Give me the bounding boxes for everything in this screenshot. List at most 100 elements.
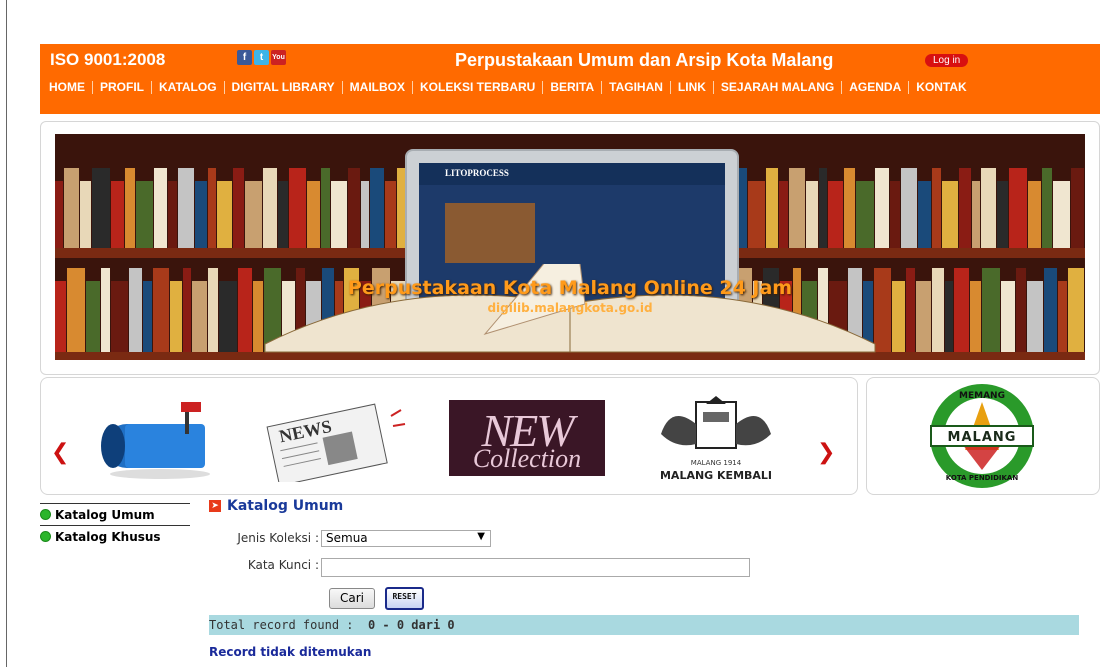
search-button[interactable]: Cari: [329, 588, 375, 609]
book-spine: [63, 168, 79, 249]
green-dot-icon: [40, 509, 51, 520]
book-spine: [110, 181, 125, 249]
kata-kunci-input[interactable]: [321, 558, 750, 577]
nav-item-koleksi-terbaru[interactable]: KOLEKSI TERBARU: [420, 80, 535, 94]
sidebar-item-label: Katalog Khusus: [55, 529, 161, 544]
iso-label: ISO 9001:2008: [50, 50, 166, 69]
malang-year: MALANG 1914: [690, 459, 742, 467]
kata-kunci-label: Kata Kunci :: [247, 558, 319, 572]
arrow-right-icon: ➤: [209, 500, 221, 512]
news-icon[interactable]: NEWS: [261, 394, 411, 482]
sidebar-item-katalog-khusus[interactable]: Katalog Khusus: [40, 525, 190, 547]
book-spine: [154, 168, 168, 249]
chevron-down-icon: ▼: [477, 531, 485, 542]
book-spine: [971, 181, 980, 249]
nav-item-kontak[interactable]: KONTAK: [916, 80, 966, 94]
book-spine: [855, 181, 874, 249]
book-spine: [874, 168, 889, 249]
book-spine: [765, 168, 779, 249]
city-logo-box: MALANG MEMANG KOTA PENDIDIKAN: [866, 377, 1100, 495]
book-spine: [843, 168, 855, 249]
book-spine: [996, 181, 1008, 249]
nav-separator: [412, 80, 413, 94]
nav-item-berita[interactable]: BERITA: [550, 80, 594, 94]
book-spine: [1071, 168, 1085, 249]
nav-item-profil[interactable]: PROFIL: [100, 80, 144, 94]
main-nav: HOME PROFIL KATALOG DIGITAL LIBRARY MAILBOX K…: [49, 80, 967, 94]
book-spine: [779, 181, 789, 249]
banner-url: digilib.malangkota.go.id: [487, 301, 653, 315]
jenis-koleksi-label: Jenis Koleksi :: [237, 531, 319, 545]
nav-item-katalog[interactable]: KATALOG: [159, 80, 217, 94]
record-not-found-message: Record tidak ditemukan: [209, 645, 372, 659]
green-dot-icon: [40, 531, 51, 542]
facebook-icon[interactable]: f: [237, 50, 252, 65]
book-spine: [347, 168, 360, 249]
nav-item-home[interactable]: HOME: [49, 80, 85, 94]
book-spine: [178, 168, 194, 249]
book-spine: [959, 168, 971, 249]
nav-separator: [841, 80, 843, 94]
book-spine: [889, 181, 900, 249]
sidebar-item-label: Katalog Umum: [55, 507, 155, 522]
feature-carousel: ❮ NEWS NEW Collection MALANG 1914 MALANG…: [40, 377, 858, 495]
screen-photo: [445, 203, 535, 263]
nav-separator: [669, 80, 671, 94]
malang-kembali-tile[interactable]: MALANG 1914 MALANG KEMBALI: [631, 394, 801, 482]
nav-item-mailbox[interactable]: MAILBOX: [350, 80, 405, 94]
book-spine: [819, 168, 828, 249]
total-record-label: Total record found :: [209, 618, 354, 632]
nav-separator: [151, 80, 152, 94]
nav-item-link[interactable]: LINK: [678, 80, 706, 94]
book-spine: [289, 168, 307, 249]
book-spine: [207, 168, 216, 249]
page-title: Katalog Umum: [227, 498, 344, 514]
youtube-icon[interactable]: You: [271, 50, 286, 65]
total-record-value: 0 - 0 dari 0: [367, 618, 455, 632]
mailbox-icon[interactable]: [85, 394, 225, 482]
book-spine: [79, 181, 91, 249]
book-spine: [806, 181, 819, 249]
book-spine: [244, 181, 263, 249]
social-links: f t You: [237, 50, 286, 65]
catalog-heading: ➤ Katalog Umum: [209, 498, 1079, 514]
book-spine: [1042, 168, 1053, 249]
book-spine: [385, 181, 397, 249]
book-spine: [168, 181, 178, 249]
svg-text:MALANG: MALANG: [948, 430, 1017, 445]
sidebar-item-katalog-umum[interactable]: Katalog Umum: [40, 503, 190, 525]
nav-item-digital-library[interactable]: DIGITAL LIBRARY: [232, 80, 335, 94]
jenis-koleksi-select[interactable]: Semua ▼: [321, 530, 491, 547]
login-button[interactable]: Log in: [925, 54, 969, 67]
book-spine: [263, 168, 278, 249]
new-collection-tile[interactable]: NEW Collection: [449, 400, 605, 476]
nav-separator: [92, 80, 93, 94]
book-spine: [125, 168, 136, 249]
book-spine: [980, 168, 996, 249]
book-spine: [136, 181, 154, 249]
catalog-main: ➤ Katalog Umum Jenis Koleksi : Semua ▼ K…: [209, 498, 1079, 659]
nav-item-agenda[interactable]: AGENDA: [849, 80, 901, 94]
reset-button[interactable]: RESET: [385, 587, 424, 610]
book-spine: [55, 181, 63, 249]
nav-item-tagihan[interactable]: TAGIHAN: [609, 80, 663, 94]
book-spine: [91, 168, 110, 249]
nav-separator: [223, 80, 225, 94]
chevron-left-icon[interactable]: ❮: [51, 440, 69, 465]
malang-kembali-label: MALANG KEMBALI: [659, 469, 773, 482]
nav-item-sejarah-malang[interactable]: SEJARAH MALANG: [721, 80, 834, 94]
book-spine: [216, 181, 232, 249]
chevron-right-icon[interactable]: ❯: [817, 440, 835, 465]
book-spine: [932, 168, 942, 249]
book-spine: [747, 181, 765, 249]
book-spine: [918, 181, 932, 249]
collection-label: Collection: [472, 444, 582, 473]
book-spine: [307, 181, 320, 249]
nav-separator: [601, 80, 603, 94]
svg-text:MEMANG: MEMANG: [959, 391, 1005, 401]
nav-separator: [341, 80, 343, 94]
book-spine: [194, 181, 207, 249]
malang-logo-icon[interactable]: MALANG MEMANG KOTA PENDIDIKAN: [919, 380, 1045, 492]
jenis-koleksi-value: Semua: [326, 531, 368, 545]
twitter-icon[interactable]: t: [254, 50, 269, 65]
